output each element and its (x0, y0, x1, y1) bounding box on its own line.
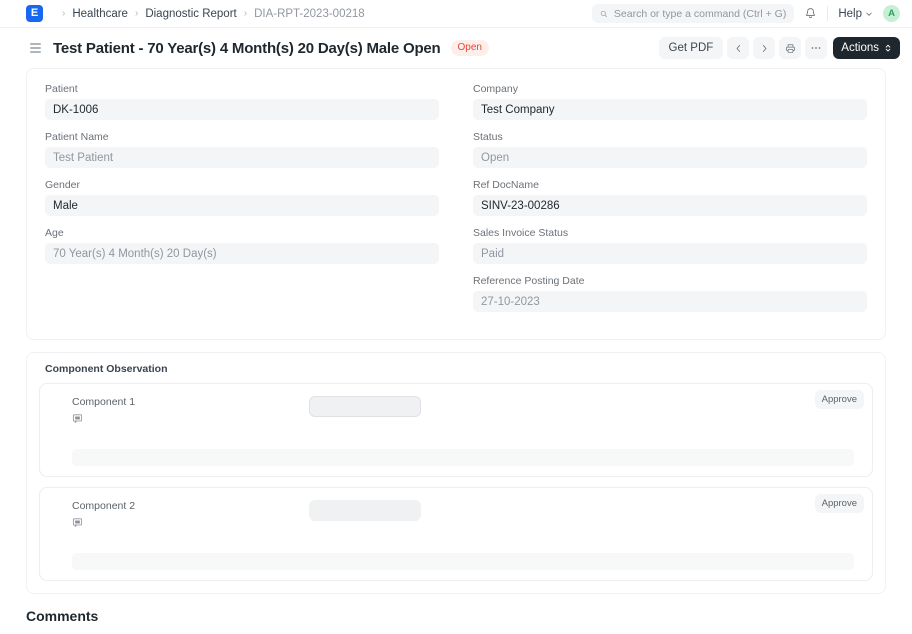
field-reference-posting-date: Reference Posting Date 27-10-2023 (473, 275, 867, 312)
hamburger-icon-line (30, 43, 41, 45)
avatar-initial: A (888, 8, 895, 19)
breadcrumb-item-healthcare[interactable]: Healthcare (72, 8, 128, 20)
approve-button-component-2[interactable]: Approve (814, 494, 864, 513)
field-gender-input[interactable]: Male (45, 195, 439, 216)
sidebar-toggle-button[interactable] (30, 43, 41, 53)
field-patient: Patient DK-1006 (45, 83, 439, 120)
field-status-label: Status (473, 131, 503, 143)
field-ref-docname-label: Ref DocName (473, 179, 539, 191)
document-body: Patient DK-1006 Patient Name Test Patien… (0, 68, 912, 594)
observation-value-input-component-2[interactable] (309, 500, 421, 521)
top-navbar: E › Healthcare › Diagnostic Report › DIA… (0, 0, 912, 28)
hamburger-icon-line (30, 47, 41, 49)
field-patient-name-label: Patient Name (45, 131, 109, 143)
page-title: Test Patient - 70 Year(s) 4 Month(s) 20 … (53, 39, 441, 57)
comment-icon[interactable] (72, 517, 83, 528)
help-label: Help (838, 7, 862, 20)
page-header: Test Patient - 70 Year(s) 4 Month(s) 20 … (0, 28, 912, 68)
details-column-right: Company Test Company Status Open Ref Doc… (473, 83, 867, 323)
field-sales-invoice-status-input: Paid (473, 243, 867, 264)
main-details-card: Patient DK-1006 Patient Name Test Patien… (26, 68, 886, 340)
observation-note-input-component-1[interactable] (72, 449, 854, 466)
status-badge: Open (450, 40, 489, 56)
field-age: Age 70 Year(s) 4 Month(s) 20 Day(s) (45, 227, 439, 264)
notifications-button[interactable] (804, 7, 817, 20)
field-status: Status Open (473, 131, 867, 168)
field-company-input[interactable]: Test Company (473, 99, 867, 120)
field-gender-label: Gender (45, 179, 81, 191)
field-patient-name-input: Test Patient (45, 147, 439, 168)
observation-label-column: Component 2 (54, 500, 309, 533)
observation-value-input-component-1[interactable] (309, 396, 421, 417)
approve-button-component-1[interactable]: Approve (814, 390, 864, 409)
observation-note-input-component-2[interactable] (72, 553, 854, 570)
observation-row-top: Component 2 (54, 500, 858, 533)
bell-icon (806, 8, 816, 19)
page-header-actions: Get PDF Actions (658, 37, 900, 59)
observation-row-top: Component 1 (54, 396, 858, 429)
actions-label: Actions (841, 42, 879, 54)
observation-label-column: Component 1 (54, 396, 309, 429)
field-gender: Gender Male (45, 179, 439, 216)
help-menu[interactable]: Help (838, 8, 873, 20)
search-input[interactable]: Search or type a command (Ctrl + G) (592, 4, 795, 23)
get-pdf-button[interactable]: Get PDF (658, 37, 724, 59)
field-age-input: 70 Year(s) 4 Month(s) 20 Day(s) (45, 243, 439, 264)
chevron-down-icon (866, 12, 872, 16)
avatar[interactable]: A (883, 5, 900, 22)
field-status-input: Open (473, 147, 867, 168)
details-column-left: Patient DK-1006 Patient Name Test Patien… (45, 83, 439, 323)
field-reference-posting-date-label: Reference Posting Date (473, 275, 585, 287)
previous-document-button[interactable] (727, 37, 750, 59)
field-reference-posting-date-input: 27-10-2023 (473, 291, 867, 312)
navbar-divider (827, 6, 829, 21)
search-icon (601, 10, 608, 17)
field-ref-docname-input[interactable]: SINV-23-00286 (473, 195, 867, 216)
field-sales-invoice-status: Sales Invoice Status Paid (473, 227, 867, 264)
component-observation-title: Component Observation (45, 363, 168, 375)
breadcrumb-separator: › (62, 7, 66, 19)
print-button[interactable] (779, 37, 802, 59)
navbar-right-group: Search or type a command (Ctrl + G) Help… (592, 4, 900, 23)
observation-label-component-2: Component 2 (72, 500, 136, 512)
printer-icon (785, 43, 795, 53)
search-placeholder: Search or type a command (Ctrl + G) (613, 7, 787, 20)
breadcrumb-separator: › (243, 7, 248, 19)
comment-icon[interactable] (72, 413, 83, 424)
field-ref-docname: Ref DocName SINV-23-00286 (473, 179, 867, 216)
more-options-button[interactable] (805, 37, 828, 59)
field-company-label: Company (473, 83, 518, 95)
field-age-label: Age (45, 227, 64, 239)
breadcrumb-item-diagnostic-report[interactable]: Diagnostic Report (145, 8, 236, 20)
observation-row: Approve Component 2 (39, 487, 873, 581)
actions-button[interactable]: Actions (833, 37, 900, 59)
field-sales-invoice-status-label: Sales Invoice Status (473, 227, 569, 239)
field-patient-label: Patient (45, 83, 78, 95)
ellipsis-icon (812, 47, 821, 49)
field-patient-name: Patient Name Test Patient (45, 131, 439, 168)
next-document-button[interactable] (753, 37, 776, 59)
breadcrumb-item-document-id[interactable]: DIA-RPT-2023-00218 (254, 8, 365, 20)
field-company: Company Test Company (473, 83, 867, 120)
app-logo[interactable]: E (26, 5, 43, 22)
field-patient-input[interactable]: DK-1006 (45, 99, 439, 120)
component-observation-card: Component Observation Approve Component … (26, 352, 886, 594)
chevron-left-icon (736, 44, 740, 52)
hamburger-icon-line (30, 51, 41, 53)
chevron-updown-icon (885, 44, 891, 52)
observation-row: Approve Component 1 (39, 383, 873, 477)
comments-section: Comments A Type a reply / comment (0, 594, 912, 634)
observation-label-component-1: Component 1 (72, 396, 136, 408)
comments-title: Comments (26, 608, 99, 624)
app-logo-letter: E (30, 7, 39, 19)
chevron-right-icon (762, 44, 767, 52)
breadcrumb: › Healthcare › Diagnostic Report › DIA-R… (55, 8, 365, 20)
breadcrumb-separator: › (134, 7, 139, 19)
details-grid: Patient DK-1006 Patient Name Test Patien… (45, 83, 867, 323)
